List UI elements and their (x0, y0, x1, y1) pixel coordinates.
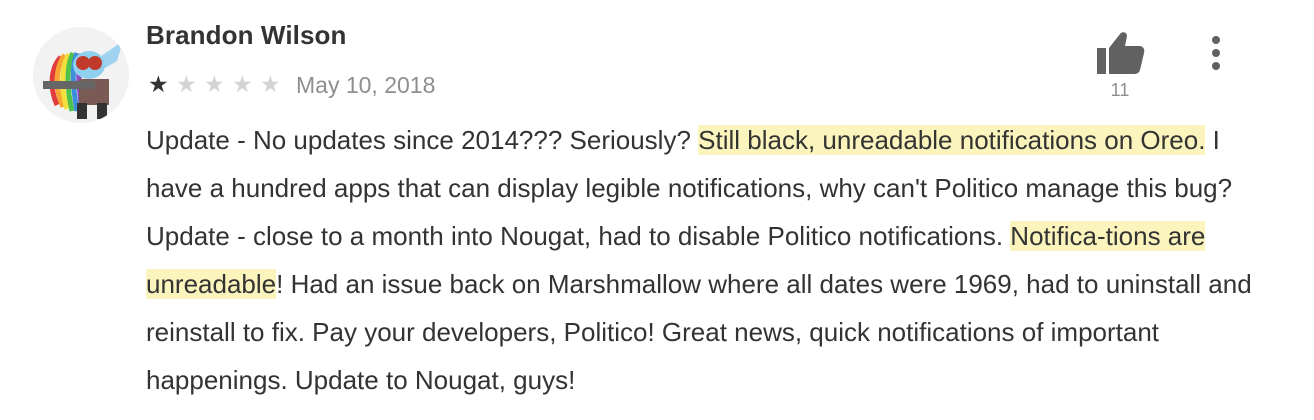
more-vert-icon (1212, 36, 1220, 70)
star-empty-icon: ★ (260, 71, 281, 98)
star-empty-icon: ★ (204, 71, 225, 98)
like-button[interactable] (1094, 30, 1146, 76)
rating-row: ★ ★ ★ ★ ★ May 10, 2018 (148, 70, 435, 100)
star-empty-icon: ★ (232, 71, 253, 98)
highlighted-text: Still black, unreadable notifications on… (698, 125, 1206, 155)
thumbs-up-icon (1097, 32, 1145, 74)
more-options-button[interactable] (1200, 34, 1232, 72)
reviewer-name: Brandon Wilson (146, 20, 347, 50)
review-date: May 10, 2018 (296, 71, 436, 98)
review-text-segment: ! Had an issue back on Marshmallow where… (146, 269, 1252, 395)
review-body: Update - No updates since 2014??? Seriou… (146, 116, 1276, 404)
pony-avatar-icon (33, 27, 129, 123)
star-empty-icon: ★ (176, 71, 197, 98)
star-rating: ★ ★ ★ ★ ★ (148, 71, 288, 98)
avatar[interactable] (33, 27, 129, 123)
star-filled-icon: ★ (148, 71, 169, 98)
review-card: Brandon Wilson ★ ★ ★ ★ ★ May 10, 2018 11… (0, 0, 1314, 420)
like-count: 11 (1110, 80, 1130, 100)
review-text-segment: Update - No updates since 2014??? Seriou… (146, 125, 699, 155)
